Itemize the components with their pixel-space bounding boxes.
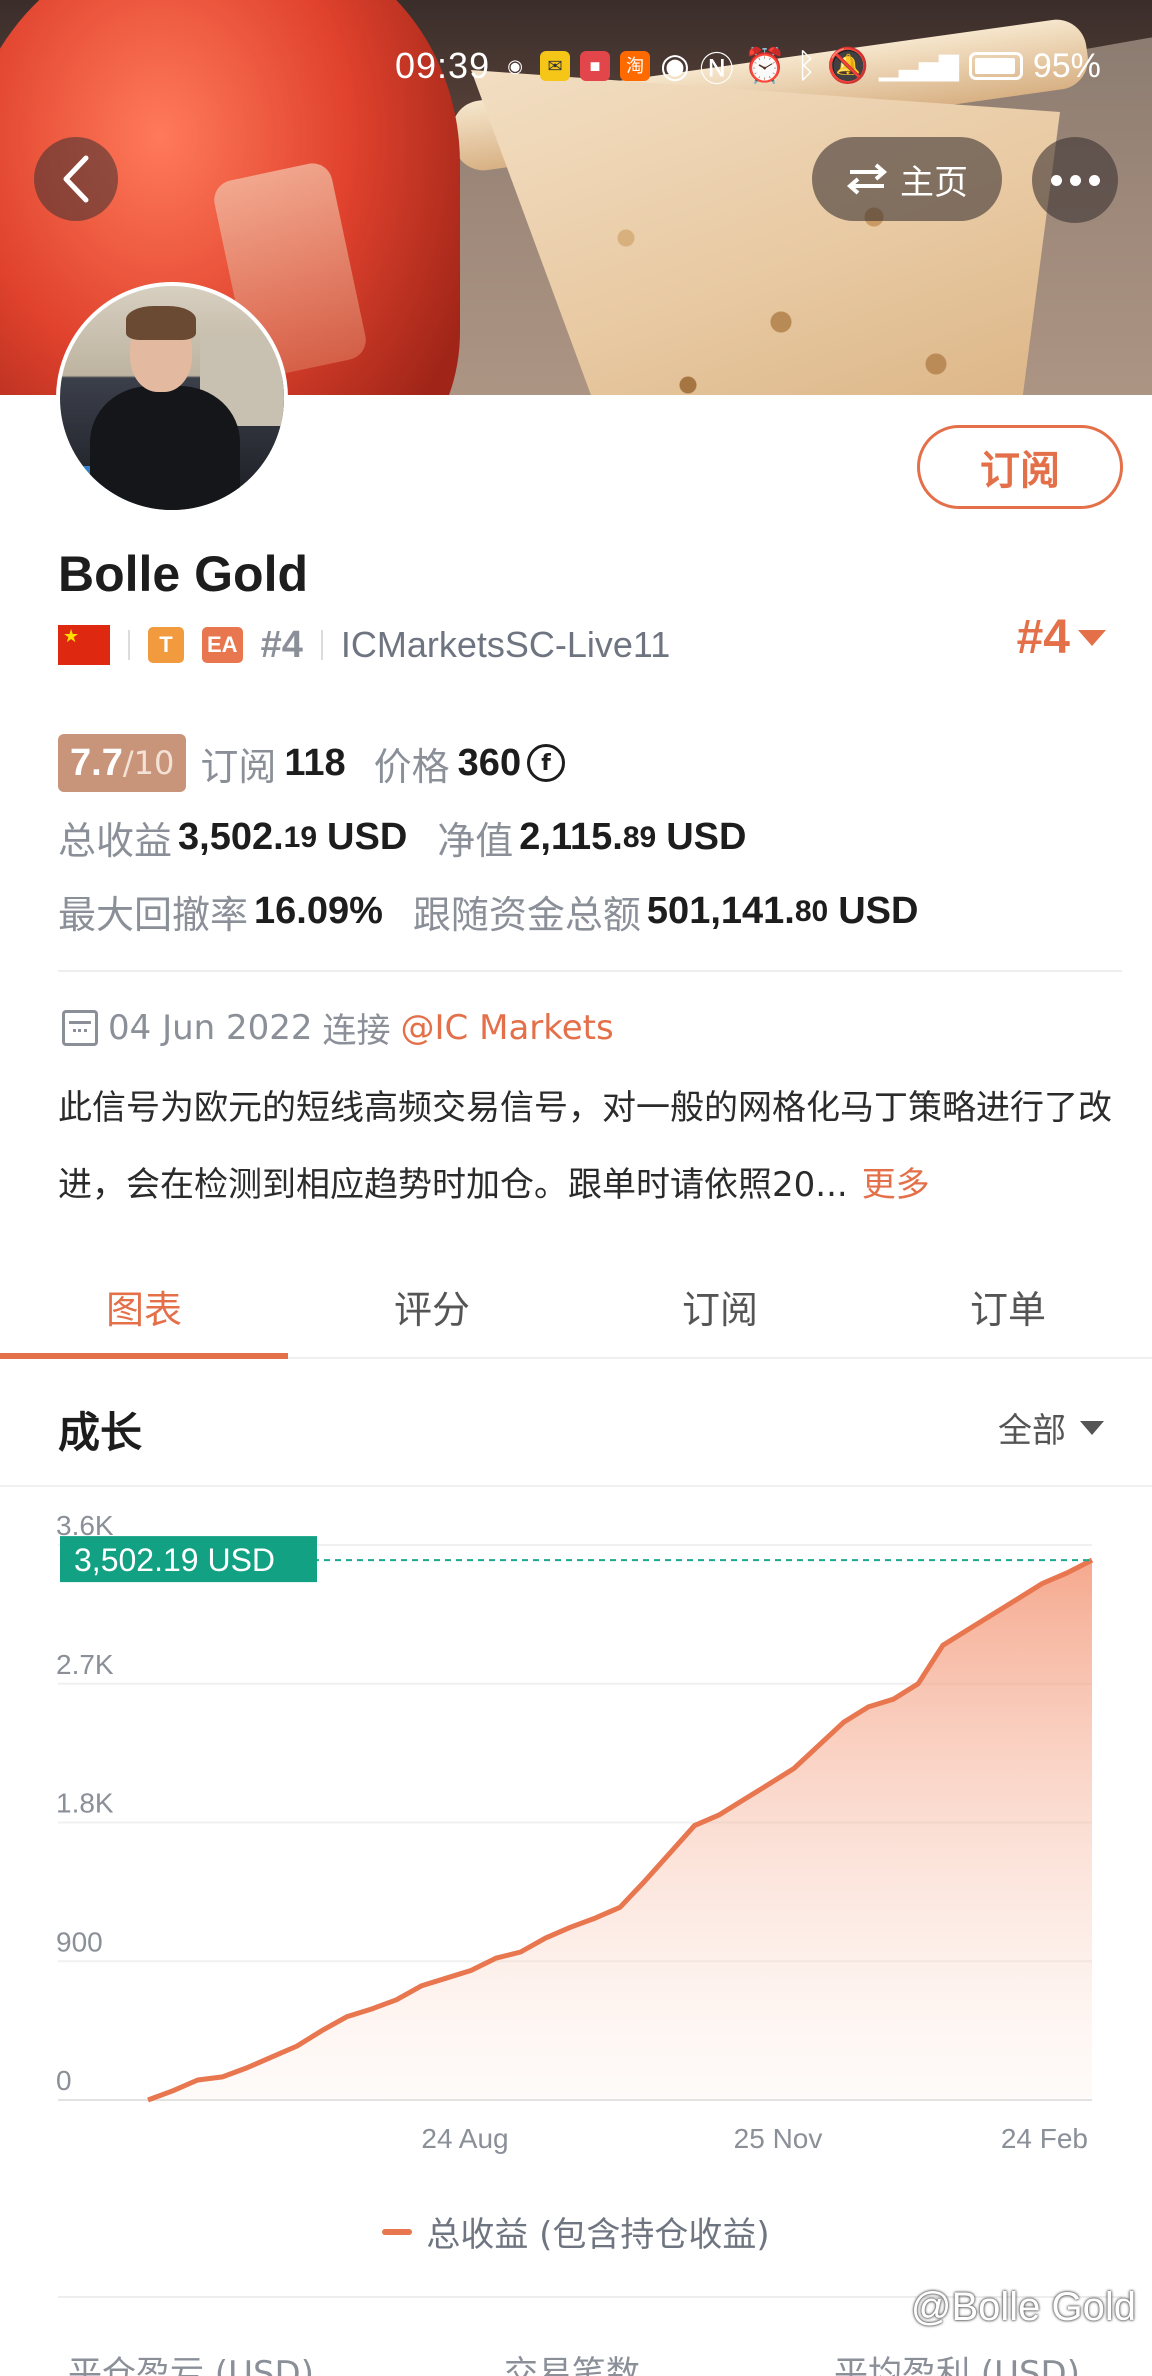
nfc-icon: Ⓝ bbox=[699, 50, 734, 89]
score-badge: 7.7 /10 bbox=[58, 734, 187, 792]
mail-icon: ✉ bbox=[540, 51, 571, 81]
badge-ea: EA bbox=[202, 627, 243, 663]
server-name: ICMarketsSC-Live11 bbox=[340, 624, 671, 665]
stats-row-3: 最大回撤率 16.09% 跟随资金总额 501,141. 80 USD bbox=[58, 884, 918, 939]
score-value: 7.7 bbox=[70, 741, 123, 784]
follow-funds-dec: 80 bbox=[794, 894, 829, 928]
follow-funds-label: 跟随资金总额 bbox=[412, 893, 641, 937]
coin-icon: f bbox=[527, 744, 566, 782]
avatar[interactable] bbox=[56, 282, 288, 514]
subscriptions-value: 118 bbox=[284, 741, 346, 784]
triangle-down-icon bbox=[1078, 629, 1106, 646]
home-button[interactable]: 主页 bbox=[812, 137, 1002, 221]
equity-unit: USD bbox=[666, 816, 747, 858]
follow-funds-int: 501,141. bbox=[646, 890, 795, 932]
growth-header: 成长 全部 bbox=[0, 1361, 1152, 1487]
x-tick-label: 24 Feb bbox=[1001, 2123, 1088, 2154]
x-tick-label: 25 Nov bbox=[734, 2123, 823, 2154]
closed-pnl-label: 平仓盈亏 (USD) bbox=[68, 2354, 314, 2376]
price-value: 360 bbox=[457, 741, 522, 784]
tab-orders[interactable]: 订单 bbox=[864, 1255, 1152, 1357]
legend-swatch bbox=[382, 2228, 413, 2235]
china-flag-icon bbox=[58, 625, 110, 665]
equity-dec: 89 bbox=[622, 820, 657, 854]
range-dropdown[interactable]: 全部 bbox=[998, 1403, 1104, 1452]
mute-icon: 🔕 bbox=[826, 47, 869, 85]
connection-row: 04 Jun 2022 连接 @IC Markets bbox=[62, 1003, 614, 1052]
y-tick-label: 900 bbox=[56, 1926, 103, 1957]
signal-name: Bolle Gold bbox=[58, 546, 308, 602]
trade-count-label: 交易笔数 bbox=[504, 2354, 640, 2376]
app-icon: ■ bbox=[580, 51, 611, 81]
signal-icon: ▁▃▅▇ bbox=[878, 50, 959, 81]
triangle-down-icon bbox=[1080, 1420, 1104, 1435]
badge-t: T bbox=[148, 627, 184, 663]
swap-icon bbox=[846, 163, 888, 195]
separator bbox=[320, 630, 323, 660]
chevron-left-icon bbox=[63, 155, 89, 203]
alarm-icon: ⏰ bbox=[743, 47, 787, 85]
calendar-icon bbox=[62, 1009, 98, 1046]
taobao-icon: 淘 bbox=[620, 51, 651, 81]
range-label: 全部 bbox=[998, 1411, 1066, 1451]
equity-label: 净值 bbox=[437, 819, 514, 863]
subscriptions-label: 订阅 bbox=[200, 744, 277, 789]
battery-icon bbox=[968, 52, 1023, 80]
eye-icon: ◉ bbox=[660, 47, 690, 85]
x-tick-label: 24 Aug bbox=[421, 2123, 508, 2154]
signal-description: 此信号为欧元的短线高频交易信号，对一般的网格化马丁策略进行了改进，会在检测到相应… bbox=[58, 1070, 1118, 1224]
home-label: 主页 bbox=[900, 162, 968, 203]
total-profit-dec: 19 bbox=[283, 820, 318, 854]
chart-legend: 总收益 (包含持仓收益) bbox=[0, 2207, 1152, 2256]
max-drawdown-label: 最大回撤率 bbox=[58, 893, 249, 937]
qq-icon: ◉ bbox=[507, 56, 523, 76]
stats-row-2: 总收益 3,502. 19 USD 净值 2,115. 89 USD bbox=[58, 810, 746, 865]
current-value-label: 3,502.19 USD bbox=[74, 1542, 275, 1578]
connection-date: 04 Jun 2022 bbox=[108, 1007, 313, 1048]
tab-chart[interactable]: 图表 bbox=[0, 1255, 288, 1359]
total-profit-unit: USD bbox=[327, 816, 408, 858]
y-tick-label: 1.8K bbox=[56, 1788, 114, 1819]
broker-link[interactable]: @IC Markets bbox=[401, 1008, 614, 1048]
follow-funds-unit: USD bbox=[838, 890, 919, 932]
back-button[interactable] bbox=[34, 137, 118, 221]
growth-title: 成长 bbox=[58, 1408, 143, 1457]
watermark: @Bolle Gold bbox=[910, 2285, 1136, 2329]
status-time: 09:39 bbox=[395, 45, 491, 86]
stats-row-1: 7.7 /10 订阅 118 价格 360 f bbox=[58, 734, 566, 792]
rank-small: #4 bbox=[260, 623, 303, 666]
status-bar: 09:39 ◉ ✉ ■ 淘 ◉ Ⓝ ⏰ ᛒ 🔕 ▁▃▅▇ 95% bbox=[395, 40, 1101, 92]
tab-subscription[interactable]: 订阅 bbox=[576, 1255, 864, 1357]
separator bbox=[128, 630, 130, 660]
description-text: 此信号为欧元的短线高频交易信号，对一般的网格化马丁策略进行了改进，会在检测到相应… bbox=[58, 1088, 1112, 1205]
more-options-button[interactable] bbox=[1032, 137, 1118, 223]
battery-percent: 95% bbox=[1032, 46, 1101, 85]
divider bbox=[58, 970, 1122, 972]
y-tick-label: 2.7K bbox=[56, 1649, 114, 1680]
avg-profit-label: 平均盈利 (USD) bbox=[834, 2354, 1080, 2376]
subscribe-button[interactable]: 订阅 bbox=[917, 425, 1123, 509]
score-max: /10 bbox=[122, 744, 175, 782]
max-drawdown-value: 16.09% bbox=[254, 890, 383, 932]
meta-row: T EA #4 ICMarketsSC-Live11 bbox=[58, 620, 670, 670]
price-label: 价格 bbox=[373, 744, 450, 789]
rank-big-label: #4 bbox=[1016, 611, 1070, 664]
bluetooth-icon: ᛒ bbox=[796, 46, 817, 85]
tab-bar: 图表 评分 订阅 订单 bbox=[0, 1255, 1152, 1359]
growth-chart-svg: 09001.8K2.7K3.6K 3,502.19 USD 24 Aug 25 N… bbox=[56, 1510, 1094, 2154]
growth-chart: 0 900 1.8K 2.7K 3.6K 3,502.19 USD 24 Aug 25 N… bbox=[0, 1490, 1152, 2190]
rank-dropdown[interactable]: #4 bbox=[1017, 610, 1106, 665]
connection-label: 连接 bbox=[322, 1011, 391, 1051]
y-tick-label: 0 bbox=[56, 2065, 72, 2096]
more-dots-icon bbox=[1050, 174, 1062, 186]
total-profit-int: 3,502. bbox=[178, 816, 284, 858]
legend-label: 总收益 (包含持仓收益) bbox=[426, 2215, 770, 2255]
equity-int: 2,115. bbox=[519, 816, 623, 858]
tab-rating[interactable]: 评分 bbox=[288, 1255, 576, 1357]
total-profit-label: 总收益 bbox=[58, 819, 173, 863]
more-link[interactable]: 更多 bbox=[862, 1165, 930, 1205]
